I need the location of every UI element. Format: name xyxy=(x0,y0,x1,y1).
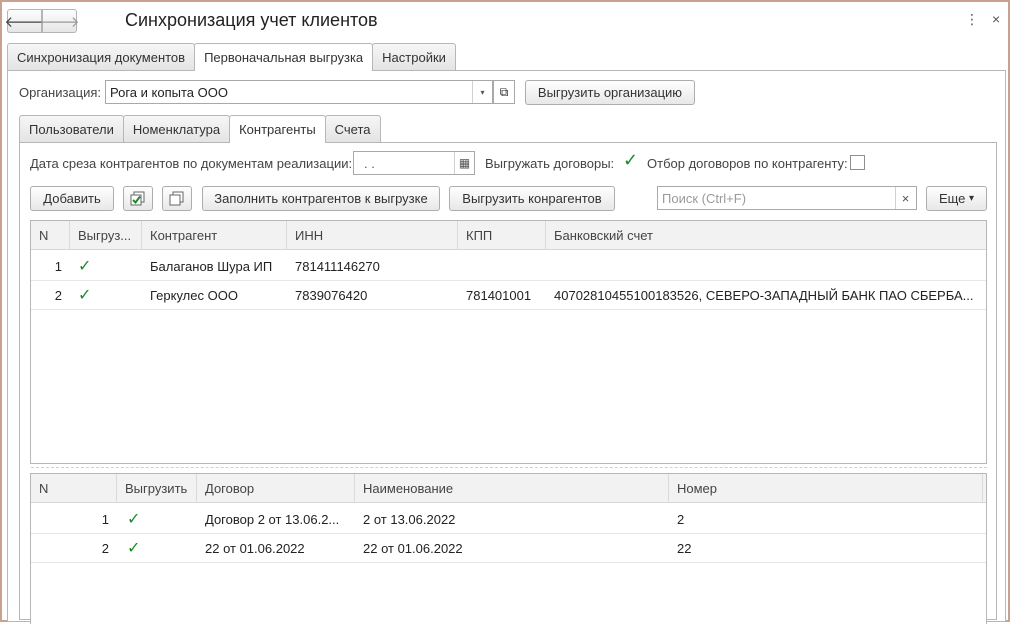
open-organization-button[interactable]: ⧉ xyxy=(493,80,515,104)
row-export-checkbox[interactable]: ✓ xyxy=(78,256,91,276)
contract-filter-label: Отбор договоров по контрагенту: xyxy=(647,156,848,171)
search-placeholder: Поиск (Ctrl+F) xyxy=(662,190,747,206)
organization-value: Рога и копыта ООО xyxy=(110,84,228,100)
row-bank-account: 40702810455100183526, СЕВЕРО-ЗАПАДНЫЙ БА… xyxy=(554,288,974,303)
forward-button[interactable]: 🡒 xyxy=(39,9,80,33)
calendar-icon[interactable]: ▦ xyxy=(454,152,474,174)
search-input[interactable]: Поиск (Ctrl+F) × xyxy=(657,186,917,210)
row-kpp xyxy=(458,252,546,281)
arrow-right-icon: 🡒 xyxy=(39,13,80,31)
check-icon: ✓ xyxy=(127,540,141,557)
row-kpp: 781401001 xyxy=(466,288,532,303)
inner-tabs: Пользователи Номенклатура Контрагенты Сч… xyxy=(19,115,381,143)
table-row[interactable]: 2 ✓ 22 от 01.06.2022 22 от 01.06.2022 22 xyxy=(31,534,986,563)
fill-counterparties-button[interactable]: Заполнить контрагентов к выгрузке xyxy=(202,186,440,211)
export-contracts-label: Выгружать договоры: xyxy=(485,156,615,171)
row-name: 22 от 01.06.2022 xyxy=(363,541,463,556)
more-vertical-icon[interactable]: ⋮ xyxy=(965,11,979,28)
tab-settings[interactable]: Настройки xyxy=(372,43,456,70)
row-contract: 22 от 01.06.2022 xyxy=(205,541,305,556)
column-header-n[interactable]: N xyxy=(31,221,70,250)
back-button[interactable]: 🡐 xyxy=(4,9,45,33)
column-header-kpp[interactable]: КПП xyxy=(458,221,546,250)
table-splitter[interactable] xyxy=(31,467,987,469)
row-contract-number: 2 xyxy=(677,512,685,527)
tab-sync-documents[interactable]: Синхронизация документов xyxy=(7,43,196,70)
cutoff-date-value: . . xyxy=(364,155,375,171)
open-icon: ⧉ xyxy=(499,84,509,99)
column-header-contract[interactable]: Договор xyxy=(197,474,355,503)
row-contract-number: 22 xyxy=(677,541,692,556)
contracts-table-header: N Выгрузить Договор Наименование Номер xyxy=(31,474,986,503)
close-icon[interactable]: × xyxy=(992,11,1000,27)
table-row[interactable]: 1 ✓ Договор 2 от 13.06.2... 2 от 13.06.2… xyxy=(31,505,986,534)
column-header-bank-account[interactable]: Банковский счет xyxy=(546,221,986,250)
column-header-name[interactable]: Наименование xyxy=(355,474,669,503)
cutoff-date-input[interactable]: . . ▦ xyxy=(353,151,475,175)
row-counterparty: Балаганов Шура ИП xyxy=(150,259,273,274)
uncheck-all-button[interactable] xyxy=(162,186,192,211)
column-header-export[interactable]: Выгруз... xyxy=(70,221,142,250)
row-export-checkbox[interactable]: ✓ xyxy=(78,285,91,305)
tab-initial-export[interactable]: Первоначальная выгрузка xyxy=(194,43,374,71)
organization-field[interactable]: Рога и копыта ООО ▾ xyxy=(105,80,493,104)
export-contracts-checkbox[interactable]: ✓ xyxy=(621,150,638,170)
row-number: 1 xyxy=(54,259,62,274)
check-icon: ✓ xyxy=(623,150,639,170)
check-all-button[interactable] xyxy=(123,186,153,211)
tab-users[interactable]: Пользователи xyxy=(19,115,124,142)
chevron-down-icon[interactable]: ▾ xyxy=(472,81,492,103)
column-header-counterparty[interactable]: Контрагент xyxy=(142,221,287,250)
contracts-table: N Выгрузить Договор Наименование Номер 1… xyxy=(30,473,987,624)
cutoff-date-label: Дата среза контрагентов по документам ре… xyxy=(30,156,353,171)
row-counterparty: Геркулес ООО xyxy=(150,288,238,303)
chevron-down-icon: ▾ xyxy=(969,193,975,204)
row-number: 1 xyxy=(101,512,109,527)
counterparties-table-header: N Выгруз... Контрагент ИНН КПП Банковски… xyxy=(31,221,986,250)
table-row[interactable]: 1 ✓ Балаганов Шура ИП 781411146270 xyxy=(31,252,986,281)
tab-counterparties[interactable]: Контрагенты xyxy=(229,115,326,143)
app-window: 🡐 🡒 Синхронизация учет клиентов ⋮ × Синх… xyxy=(0,0,1010,624)
counterparties-table: N Выгруз... Контрагент ИНН КПП Банковски… xyxy=(30,220,987,464)
main-tabs: Синхронизация документов Первоначальная … xyxy=(7,43,456,71)
contract-filter-checkbox[interactable] xyxy=(850,155,865,170)
column-header-number[interactable]: Номер xyxy=(669,474,983,503)
row-bank-account xyxy=(546,252,986,281)
row-export-checkbox[interactable]: ✓ xyxy=(127,509,140,529)
check-icon: ✓ xyxy=(78,287,92,304)
row-inn: 7839076420 xyxy=(295,288,368,303)
row-name: 2 от 13.06.2022 xyxy=(363,512,456,527)
tab-accounts[interactable]: Счета xyxy=(324,115,381,142)
row-inn: 781411146270 xyxy=(295,259,380,274)
window-title: Синхронизация учет клиентов xyxy=(125,10,378,30)
check-icon: ✓ xyxy=(78,258,92,275)
clear-search-icon[interactable]: × xyxy=(895,187,915,209)
column-header-export[interactable]: Выгрузить xyxy=(117,474,197,503)
row-number: 2 xyxy=(54,288,62,303)
export-organization-button[interactable]: Выгрузить организацию xyxy=(525,80,695,105)
row-export-checkbox[interactable]: ✓ xyxy=(127,538,140,558)
organization-label: Организация: xyxy=(19,85,102,100)
check-icon: ✓ xyxy=(127,511,141,528)
title-bar: 🡐 🡒 Синхронизация учет клиентов ⋮ × xyxy=(2,2,1008,40)
table-row[interactable]: 2 ✓ Геркулес ООО 7839076420 781401001 40… xyxy=(31,281,986,310)
tab-nomenclature[interactable]: Номенклатура xyxy=(122,115,231,142)
add-button[interactable]: Добавить xyxy=(30,186,114,211)
row-contract: Договор 2 от 13.06.2... xyxy=(205,512,340,527)
row-number: 2 xyxy=(101,541,109,556)
column-header-n[interactable]: N xyxy=(31,474,117,503)
more-button[interactable]: Еще ▾ xyxy=(926,186,987,211)
column-header-inn[interactable]: ИНН xyxy=(287,221,458,250)
check-all-icon xyxy=(130,191,145,205)
uncheck-all-icon xyxy=(169,191,184,205)
export-counterparties-button[interactable]: Выгрузить конрагентов xyxy=(449,186,615,211)
